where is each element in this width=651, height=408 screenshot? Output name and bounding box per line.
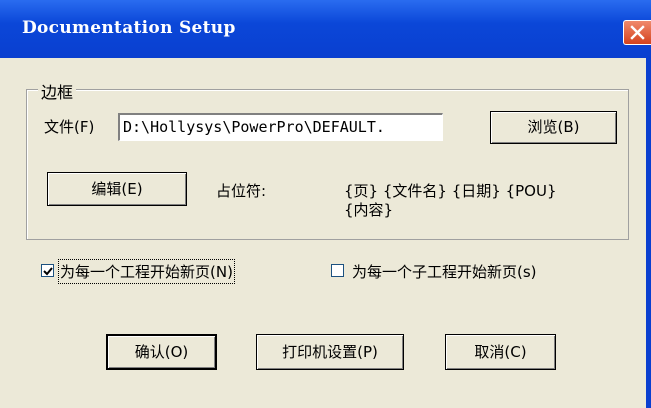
close-icon <box>630 25 645 40</box>
file-path-input[interactable]: D:\Hollysys\PowerPro\DEFAULT. <box>118 113 443 141</box>
window-border <box>646 58 651 408</box>
ok-button[interactable]: 确认(O) <box>106 334 217 370</box>
edit-button[interactable]: 编辑(E) <box>47 172 187 206</box>
placeholder-tokens-line2: {内容} <box>344 201 394 219</box>
title-bar[interactable]: Documentation Setup <box>0 0 651 58</box>
dialog-window: Documentation Setup 边框 文件(F) D:\Hollysys… <box>0 0 651 408</box>
browse-button[interactable]: 浏览(B) <box>490 111 617 144</box>
checkmark-icon <box>43 267 53 276</box>
groupbox-label: 边框 <box>38 79 77 103</box>
new-page-per-subproject-label[interactable]: 为每一个子工程开始新页(s) <box>352 261 537 282</box>
new-page-per-project-label[interactable]: 为每一个工程开始新页(N) <box>58 259 235 284</box>
window-title: Documentation Setup <box>22 18 236 38</box>
new-page-per-project-checkbox[interactable] <box>41 264 54 277</box>
close-button[interactable] <box>623 20 651 45</box>
placeholder-label: 占位符: <box>216 182 267 200</box>
cancel-button[interactable]: 取消(C) <box>445 334 556 370</box>
printer-setup-button[interactable]: 打印机设置(P) <box>256 334 404 370</box>
new-page-per-subproject-checkbox[interactable] <box>331 264 344 277</box>
placeholder-tokens-line1: {页} {文件名} {日期} {POU} <box>344 182 557 200</box>
file-label: 文件(F) <box>44 118 95 136</box>
